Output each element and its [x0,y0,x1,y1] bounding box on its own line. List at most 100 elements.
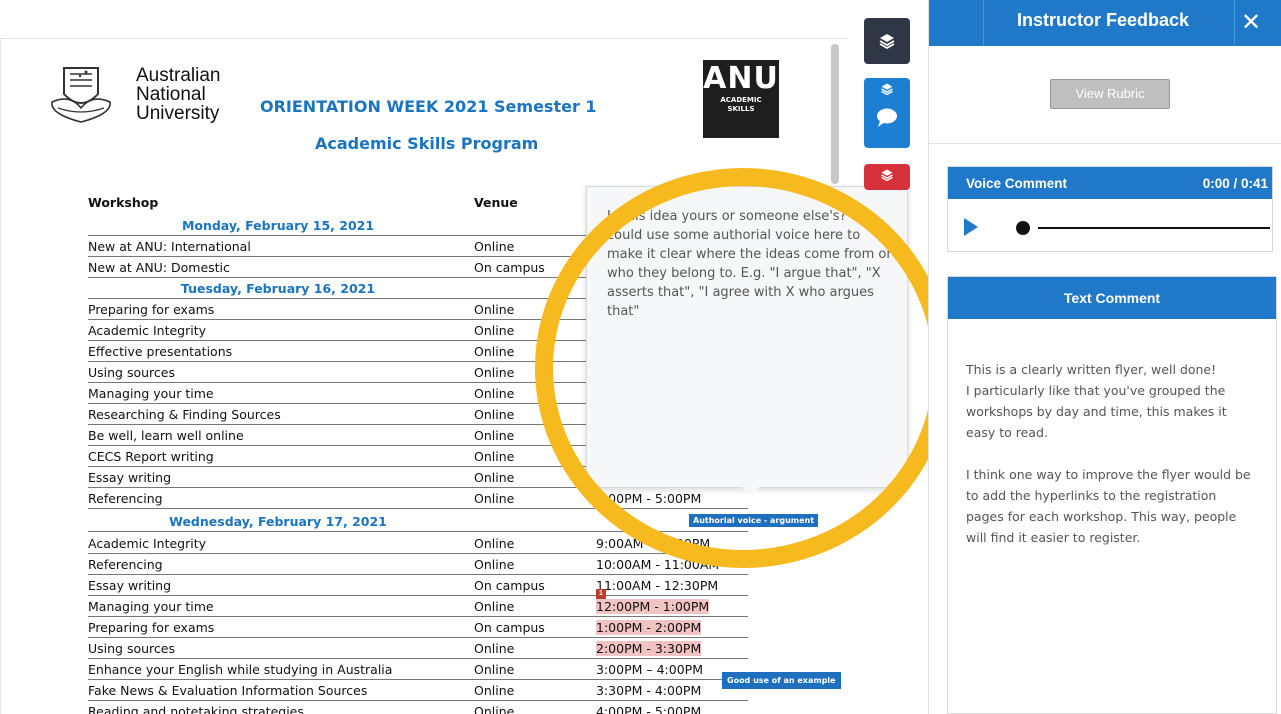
audio-progress-track[interactable] [1038,227,1270,229]
workshop-cell: New at ANU: Domestic [88,260,230,275]
venue-cell: On campus [474,578,545,593]
venue-cell: Online [474,386,515,401]
time-cell: 11:00AM - 12:30PM [596,578,719,593]
university-line-3: University [136,103,220,124]
university-line-2: National [136,84,206,105]
layers-icon [881,83,893,96]
layers-button[interactable] [864,18,910,64]
comment-tooltip: Is this idea yours or someone else's? Yo… [586,186,908,488]
header-divider [1234,0,1235,46]
workshop-cell: Referencing [88,491,163,506]
workshop-cell: Academic Integrity [88,536,207,551]
venue-cell: On campus [474,620,545,635]
workshop-cell: Be well, learn well online [88,428,244,443]
time-cell: 3:30PM - 4:00PM [596,683,702,698]
comment-marker[interactable]: 1 [596,589,606,599]
table-row: Reading and notetaking strategies Online 4… [88,701,748,714]
workshop-cell: Using sources [88,641,175,656]
venue-cell: Online [474,239,515,254]
time-cell: 4:00PM - 5:00PM [596,491,702,506]
panel-header: Instructor Feedback ✕ [929,0,1281,46]
venue-cell: Online [474,428,515,443]
annotation-tag-example[interactable]: Good use of an example [722,672,841,689]
rubric-layer-button[interactable] [864,164,910,190]
table-row: Using sources Online 2:00PM - 3:30PM [88,638,748,659]
page-subtitle: Academic Skills Program [315,134,539,153]
annotation-tag-authorial-voice[interactable]: Authorial voice - argument [689,514,819,527]
venue-cell: Online [474,449,515,464]
university-name: Australian National University [136,66,221,123]
venue-cell: Online [474,557,515,572]
table-row: Fake News & Evaluation Information Sourc… [88,680,748,701]
workshop-cell: Academic Integrity [88,323,207,338]
panel-title: Instructor Feedback [1017,10,1190,30]
workshop-cell: Managing your time [88,599,214,614]
workshop-cell: Managing your time [88,386,214,401]
venue-cell: Online [474,704,515,714]
workshop-cell: Researching & Finding Sources [88,407,281,422]
venue-cell: Online [474,491,515,506]
panel-divider [929,143,1281,144]
feedback-viewer: Australian National University ORIENTATI… [0,0,1281,714]
venue-cell: Online [474,302,515,317]
text-comment-card: Text Comment This is a clearly written f… [947,276,1277,714]
tooltip-text: Is this idea yours or someone else's? Yo… [607,209,892,319]
workshop-cell: Referencing [88,557,163,572]
workshop-cell: Preparing for exams [88,302,215,317]
venue-cell: Online [474,536,515,551]
layers-icon [881,169,893,182]
venue-cell: Online [474,599,515,614]
day-label: Wednesday, February 17, 2021 [169,514,387,529]
workshop-cell: Enhance your English while studying in A… [88,662,393,677]
time-cell: 10:00AM - 11:00AM [596,557,720,572]
workshop-cell: Essay writing [88,578,172,593]
workshop-cell: Fake News & Evaluation Information Sourc… [88,683,368,698]
workshop-cell: Preparing for exams [88,620,215,635]
workshop-cell: CECS Report writing [88,449,214,464]
time-cell: 4:00PM - 5:00PM [596,704,702,714]
page-title: ORIENTATION WEEK 2021 Semester 1 [260,97,597,116]
venue-cell: On campus [474,260,545,275]
workshop-cell: New at ANU: International [88,239,251,254]
workshop-cell: Effective presentations [88,344,233,359]
venue-cell: Online [474,365,515,380]
table-row: Referencing Online 4:00PM - 5:00PM [88,488,748,509]
venue-cell: Online [474,683,515,698]
day-label: Tuesday, February 16, 2021 [180,281,376,296]
document-scrollbar[interactable] [831,44,839,184]
venue-cell: Online [474,470,515,485]
venue-cell: Online [474,641,515,656]
table-row: Enhance your English while studying in A… [88,659,748,680]
layers-icon [879,34,895,50]
workshop-cell: Essay writing [88,470,172,485]
time-cell: 9:00AM - 10:00PM [596,536,711,551]
workshop-cell: Using sources [88,365,175,380]
view-rubric-button[interactable]: View Rubric [1050,79,1170,109]
voice-comment-time: 0:00 / 0:41 [1202,176,1268,191]
voice-comment-header: Voice Comment 0:00 / 0:41 [948,167,1272,199]
time-cell-highlighted[interactable]: 1:00PM - 2:00PM [596,620,702,635]
text-comment-header: Text Comment [948,277,1276,319]
close-icon[interactable]: ✕ [1241,8,1261,36]
anu-logo-line-2: SKILLS [727,105,755,113]
comment-layer-button[interactable] [864,78,910,148]
venue-cell: Online [474,344,515,359]
text-comment-body: This is a clearly written flyer, well do… [966,362,1251,545]
speech-bubble-icon [877,108,897,127]
time-cell-highlighted[interactable]: 12:00PM - 1:00PM [596,599,710,614]
column-header-workshop: Workshop [88,195,159,210]
audio-progress-handle[interactable] [1016,221,1030,235]
day-label: Monday, February 15, 2021 [181,218,375,233]
university-line-1: Australian [136,65,221,86]
table-row: Managing your time Online 12:00PM - 1:00PM [88,596,748,617]
play-icon[interactable] [964,218,978,236]
table-row: Referencing Online 10:00AM - 11:00AM [88,554,748,575]
venue-cell: Online [474,407,515,422]
header-divider [983,0,984,46]
anu-logo-line-1: ACADEMIC [720,96,762,104]
day-header: Wednesday, February 17, 2021 [88,511,748,532]
anu-logo-text: ANU [703,61,779,96]
voice-comment-card: Voice Comment 0:00 / 0:41 [947,166,1273,252]
time-cell-highlighted[interactable]: 2:00PM - 3:30PM [596,641,702,656]
tooltip-arrow [741,486,761,496]
